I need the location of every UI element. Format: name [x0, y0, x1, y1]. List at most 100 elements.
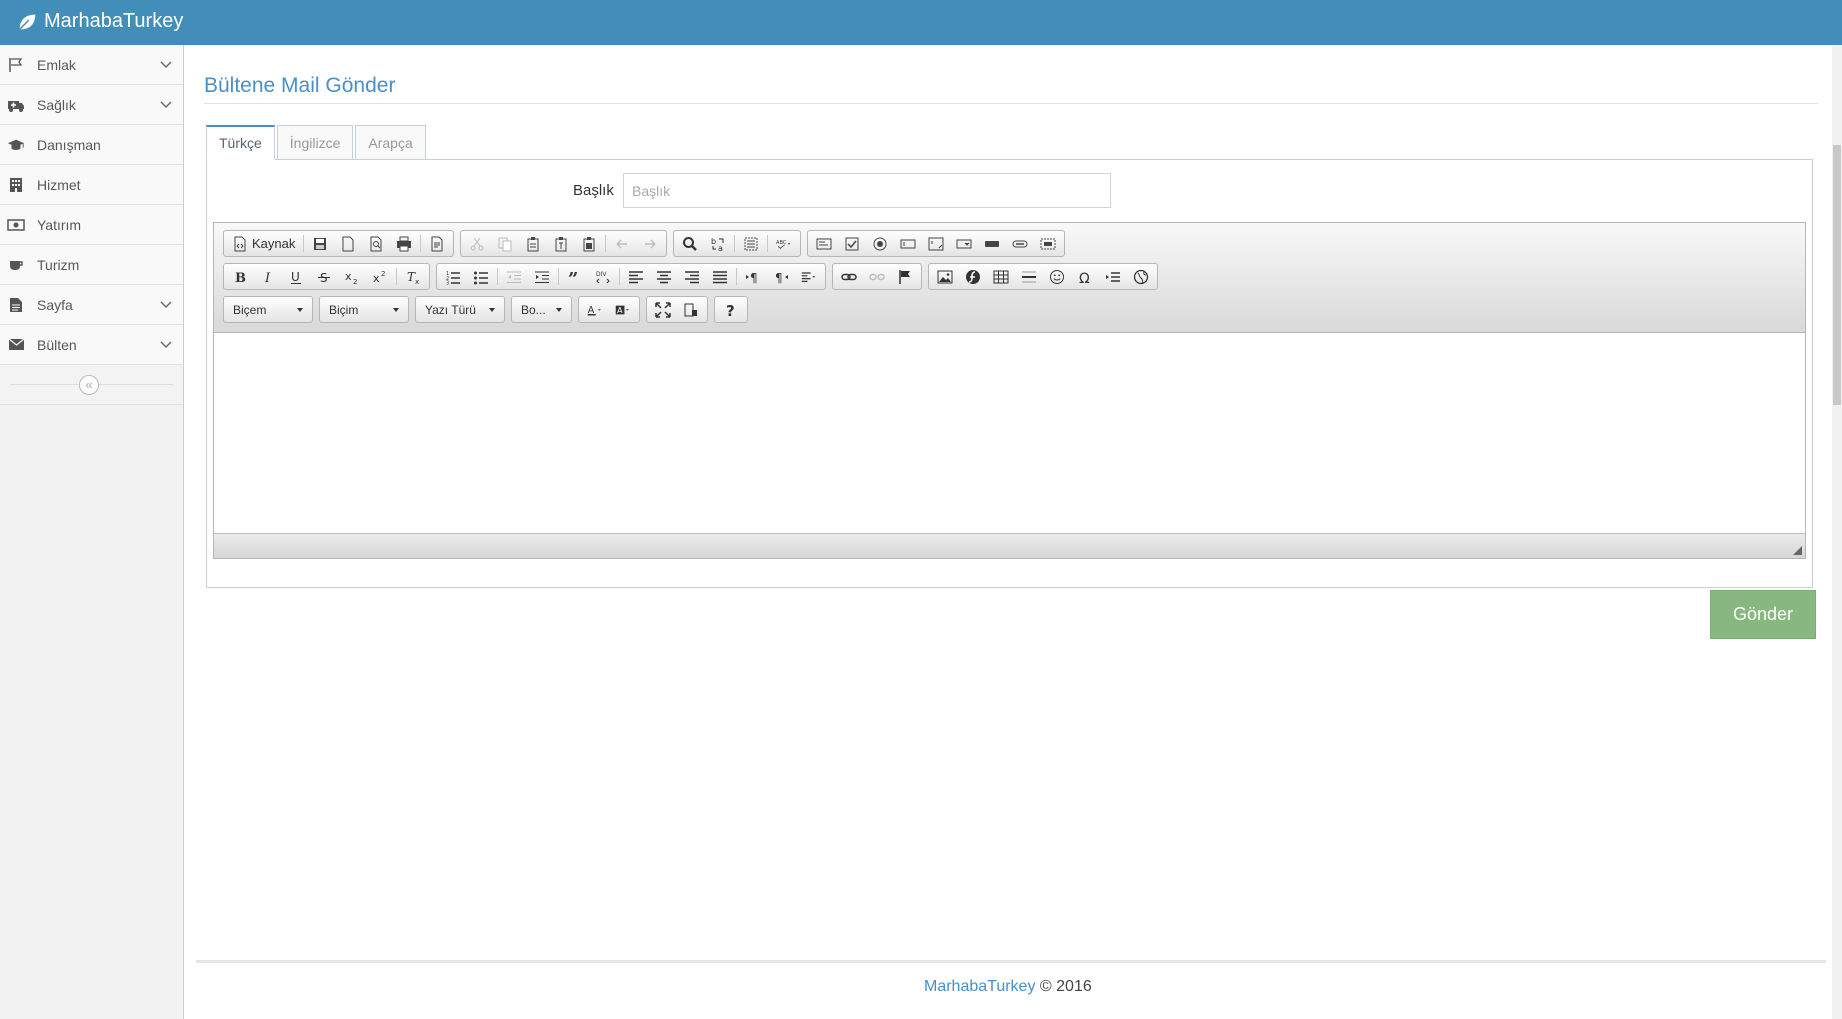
outdent-button[interactable]: [500, 264, 528, 289]
show-blocks-button[interactable]: [677, 297, 705, 322]
ltr-button[interactable]: ¶: [739, 264, 767, 289]
strike-button[interactable]: S: [310, 264, 338, 289]
indent-icon: [535, 271, 549, 283]
scrollbar-thumb[interactable]: [1833, 145, 1841, 405]
tab-turkce[interactable]: Türkçe: [206, 125, 275, 160]
editor-content-area[interactable]: [214, 334, 1805, 533]
anchor-button[interactable]: [891, 264, 919, 289]
special-char-button[interactable]: Ω: [1071, 264, 1099, 289]
help-button[interactable]: ?: [717, 297, 745, 322]
background-color-button[interactable]: A: [609, 297, 637, 322]
image-button[interactable]: [931, 264, 959, 289]
image-button-field[interactable]: [1006, 231, 1034, 256]
format-combo[interactable]: Biçim: [319, 296, 409, 323]
radio-button[interactable]: [866, 231, 894, 256]
font-combo[interactable]: Yazı Türü: [415, 296, 505, 323]
send-button[interactable]: Gönder: [1710, 590, 1816, 639]
sidebar-item-danisman[interactable]: Danışman: [0, 125, 183, 165]
form-button[interactable]: [810, 231, 838, 256]
copy-button[interactable]: [491, 231, 519, 256]
page-scrollbar[interactable]: [1832, 45, 1842, 1019]
sidebar-item-bulten[interactable]: Bülten: [0, 325, 183, 365]
toolbar-row: B I U S x2 x2 Tx 123 ” DIV: [223, 263, 1158, 291]
maximize-button[interactable]: [649, 297, 677, 322]
separator: [558, 268, 559, 285]
align-right-button[interactable]: [678, 264, 706, 289]
align-left-button[interactable]: [622, 264, 650, 289]
sidebar-item-hizmet[interactable]: Hizmet: [0, 165, 183, 205]
paste-word-button[interactable]: [575, 231, 603, 256]
justify-button[interactable]: [706, 264, 734, 289]
bulleted-list-button[interactable]: [467, 264, 495, 289]
italic-button[interactable]: I: [254, 264, 282, 289]
rtl-button[interactable]: ¶: [767, 264, 795, 289]
div-icon: DIV: [596, 271, 610, 283]
textarea-button[interactable]: [922, 231, 950, 256]
indent-button[interactable]: [528, 264, 556, 289]
preview-button[interactable]: [362, 231, 390, 256]
globe-icon: [1133, 269, 1149, 284]
checkbox-button[interactable]: [838, 231, 866, 256]
textfield-icon: [900, 239, 916, 248]
resize-handle-icon[interactable]: [1793, 546, 1802, 555]
numbered-list-button[interactable]: 123: [439, 264, 467, 289]
select-field-button[interactable]: [950, 231, 978, 256]
print-button[interactable]: [390, 231, 418, 256]
remove-format-button[interactable]: Tx: [399, 264, 427, 289]
title-input[interactable]: [623, 173, 1111, 208]
language-button[interactable]: [795, 264, 823, 289]
new-page-button[interactable]: [334, 231, 362, 256]
bold-button[interactable]: B: [226, 264, 254, 289]
select-all-button[interactable]: [737, 231, 765, 256]
spellcheck-icon: ABC: [776, 240, 791, 249]
horizontal-rule-button[interactable]: [1015, 264, 1043, 289]
blockquote-button[interactable]: ”: [561, 264, 589, 289]
sidebar-item-emlak[interactable]: Emlak: [0, 45, 183, 85]
flash-button[interactable]: [959, 264, 987, 289]
tab-arapca[interactable]: Arapça: [355, 125, 426, 160]
table-button[interactable]: [987, 264, 1015, 289]
chevron-down-icon: [160, 301, 172, 309]
link-button[interactable]: [835, 264, 863, 289]
footer-brand: MarhabaTurkey: [924, 978, 1036, 995]
button-field-button[interactable]: [978, 231, 1006, 256]
print-icon: [397, 236, 412, 251]
svg-text:DIV: DIV: [596, 271, 607, 278]
create-div-button[interactable]: DIV: [589, 264, 617, 289]
save-button[interactable]: [306, 231, 334, 256]
textfield-button[interactable]: [894, 231, 922, 256]
text-color-button[interactable]: A: [581, 297, 609, 322]
superscript-button[interactable]: x2: [366, 264, 394, 289]
font-size-combo[interactable]: Bo...: [511, 296, 572, 323]
sidebar-item-sayfa[interactable]: Sayfa: [0, 285, 183, 325]
tab-ingilizce[interactable]: İngilizce: [276, 125, 354, 160]
paste-text-button[interactable]: [547, 231, 575, 256]
align-center-button[interactable]: [650, 264, 678, 289]
source-button[interactable]: Kaynak: [226, 231, 301, 256]
smiley-button[interactable]: [1043, 264, 1071, 289]
subscript-button[interactable]: x2: [338, 264, 366, 289]
redo-button[interactable]: [636, 231, 664, 256]
underline-button[interactable]: U: [282, 264, 310, 289]
hidden-field-button[interactable]: [1034, 231, 1062, 256]
sidebar-item-saglik[interactable]: Sağlık: [0, 85, 183, 125]
find-button[interactable]: [676, 231, 704, 256]
undo-button[interactable]: [608, 231, 636, 256]
title-label: Başlık: [573, 182, 614, 199]
brand-link[interactable]: MarhabaTurkey: [16, 10, 183, 33]
sidebar-item-yatirim[interactable]: Yatırım: [0, 205, 183, 245]
sidebar-item-label: Sağlık: [37, 96, 76, 113]
sidebar-item-turizm[interactable]: Turizm: [0, 245, 183, 285]
page-break-button[interactable]: [1099, 264, 1127, 289]
templates-button[interactable]: [423, 231, 451, 256]
replace-button[interactable]: ba: [704, 231, 732, 256]
styles-combo[interactable]: Biçem: [223, 296, 313, 323]
iframe-button[interactable]: [1127, 264, 1155, 289]
sidebar-collapse-button[interactable]: «: [79, 375, 99, 395]
unlink-button[interactable]: [863, 264, 891, 289]
cut-button[interactable]: [463, 231, 491, 256]
svg-text:3: 3: [446, 280, 449, 285]
spellcheck-button[interactable]: ABC: [770, 231, 798, 256]
paste-button[interactable]: [519, 231, 547, 256]
search-icon: [683, 236, 698, 251]
